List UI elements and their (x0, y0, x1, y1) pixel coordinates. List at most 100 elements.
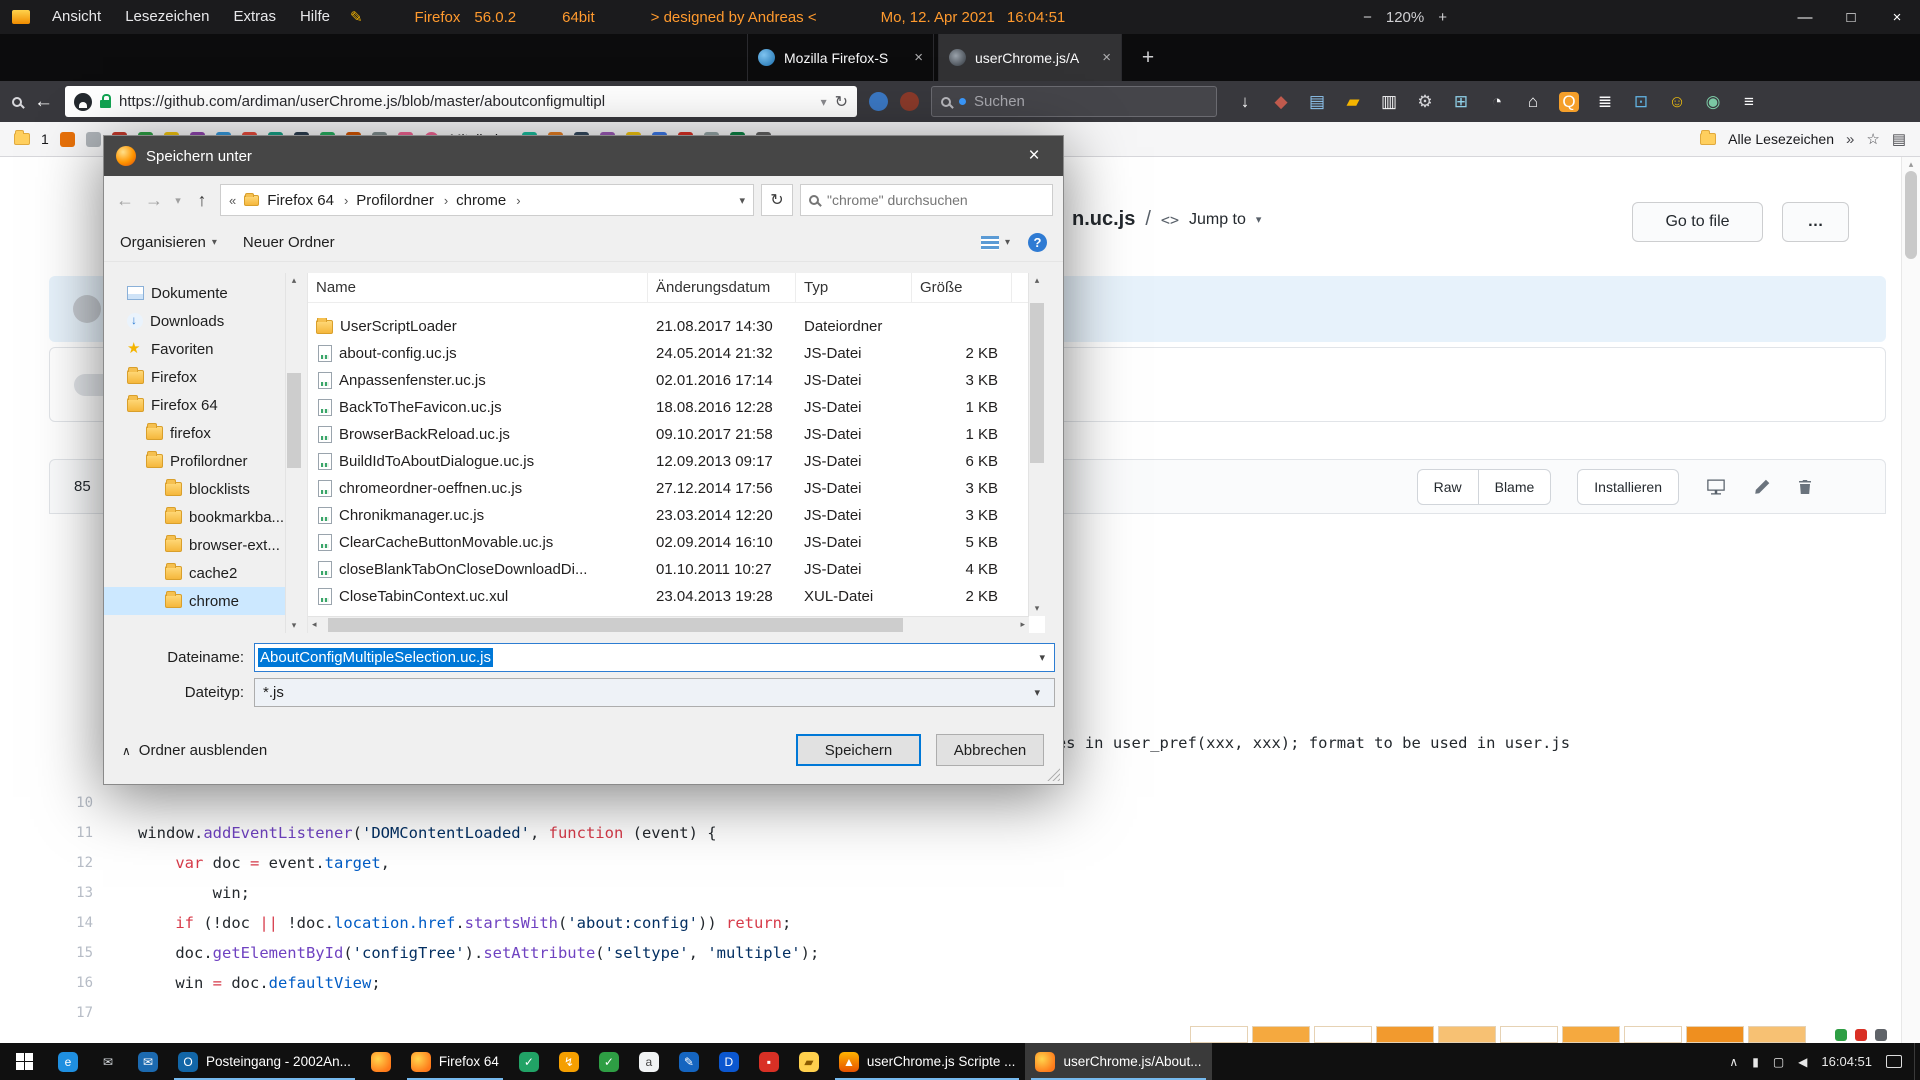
breadcrumb-segment-label[interactable]: chrome (456, 192, 506, 209)
scrollbar-up-icon[interactable]: ▴ (1902, 159, 1920, 170)
sidebar-icon[interactable]: ▥ (1379, 92, 1399, 112)
extension-button-2[interactable] (900, 92, 919, 111)
breadcrumb-segment-label[interactable]: Profilordner (356, 192, 434, 209)
taskbar-icon-a[interactable]: a (629, 1043, 669, 1080)
maximize-button[interactable]: □ (1828, 0, 1874, 34)
column-header[interactable]: Größe (912, 273, 1012, 302)
taskbar-explorer-icon[interactable]: ▰ (789, 1043, 829, 1080)
scrollbar-down-icon[interactable]: ▾ (286, 620, 302, 631)
tree-item[interactable]: Dokumente (104, 279, 285, 307)
file-row[interactable]: BrowserBackReload.uc.js 09.10.2017 21:58… (308, 421, 1045, 448)
menu-icon[interactable]: ≡ (1739, 92, 1759, 112)
file-row[interactable]: closeBlankTabOnCloseDownloadDi... 01.10.… (308, 556, 1045, 583)
battery-icon[interactable]: ▮ (1752, 1055, 1759, 1069)
home-icon[interactable]: ⌂ (1523, 92, 1543, 112)
scrollbar-right-icon[interactable]: ▸ (1020, 619, 1025, 630)
page-scrollbar[interactable]: ▴ (1901, 157, 1920, 1043)
list-scrollbar-thumb[interactable] (1030, 303, 1044, 463)
list-vertical-scrollbar[interactable]: ▴ ▾ (1028, 273, 1045, 616)
tree-item[interactable]: browser-ext... (104, 531, 285, 559)
breadcrumb-segment[interactable]: chrome › (456, 192, 520, 209)
tree-item[interactable]: cache2 (104, 559, 285, 587)
file-row[interactable]: ClearCacheButtonMovable.uc.js 02.09.2014… (308, 529, 1045, 556)
go-to-file-button[interactable]: Go to file (1632, 202, 1763, 242)
bookmark-icon[interactable] (86, 132, 101, 147)
tree-scrollbar-thumb[interactable] (287, 373, 301, 468)
breadcrumb-collapse-icon[interactable]: « (229, 193, 236, 208)
download-icon[interactable]: ↓ (1235, 92, 1255, 112)
tree-item[interactable]: chrome (104, 587, 285, 615)
taskbar-icon-check[interactable]: ✓ (509, 1043, 549, 1080)
history-dropdown-icon[interactable]: ▾ (172, 194, 184, 207)
chevron-right-icon[interactable]: › (344, 193, 348, 208)
tree-item[interactable]: Firefox (104, 363, 285, 391)
list-horizontal-scrollbar[interactable]: ◂ ▸ (308, 616, 1029, 633)
taskbar-thunderbird-icon[interactable]: ✉ (128, 1043, 168, 1080)
hide-folders-button[interactable]: ∧ Ordner ausblenden (122, 742, 267, 759)
tree-item[interactable]: bookmarkba... (104, 503, 285, 531)
list-hscrollbar-thumb[interactable] (328, 618, 903, 632)
bookmark-folder-icon[interactable] (14, 133, 30, 145)
resize-grip[interactable] (1047, 768, 1060, 781)
new-tab-button[interactable]: + (1128, 34, 1168, 81)
browser-tab[interactable]: userChrome.js/A × (938, 34, 1122, 81)
breadcrumb-segment-label[interactable]: Firefox 64 (267, 192, 334, 209)
taskbar-firefox-app[interactable]: Firefox 64 (401, 1043, 509, 1080)
taskbar-icon-flash[interactable]: ↯ (549, 1043, 589, 1080)
file-row[interactable]: Chronikmanager.uc.js 23.03.2014 12:20 JS… (308, 502, 1045, 529)
panel-icon[interactable]: ▤ (1892, 130, 1906, 148)
bookmark-label[interactable]: 1 (41, 131, 49, 147)
blame-button[interactable]: Blame (1478, 469, 1552, 505)
tree-item[interactable]: firefox (104, 419, 285, 447)
breadcrumb-file-fragment[interactable]: n.uc.js (1072, 208, 1135, 231)
qwant-icon[interactable]: Q (1559, 92, 1579, 112)
help-button[interactable]: ? (1028, 233, 1047, 252)
volume-icon[interactable]: ◀ (1798, 1055, 1807, 1069)
organize-button[interactable]: Organisieren ▾ (120, 234, 217, 251)
address-dropdown-icon[interactable]: ▾ (739, 194, 745, 207)
taskbar-icon-red[interactable]: ▪ (749, 1043, 789, 1080)
desktop-icon[interactable] (1705, 477, 1727, 497)
bookmark-folder-icon[interactable]: ▰ (1343, 92, 1363, 112)
column-header[interactable]: Änderungsdatum (648, 273, 796, 302)
scrollbar-down-icon[interactable]: ▾ (1029, 603, 1045, 614)
reload-icon[interactable]: ↻ (835, 92, 848, 112)
star-icon[interactable]: ☆ (1866, 130, 1879, 148)
file-row[interactable]: BuildIdToAboutDialogue.uc.js 12.09.2013 … (308, 448, 1045, 475)
taskbar-outlook-app[interactable]: O Posteingang - 2002An... (168, 1043, 361, 1080)
new-folder-button[interactable]: Neuer Ordner (243, 234, 335, 251)
breadcrumb-segment[interactable]: Profilordner › (356, 192, 448, 209)
scrollbar-left-icon[interactable]: ◂ (312, 619, 317, 630)
taskbar-edge-icon[interactable]: e (48, 1043, 88, 1080)
minimize-button[interactable]: — (1782, 0, 1828, 34)
scrollbar-up-icon[interactable]: ▴ (286, 275, 302, 286)
browser-tab[interactable]: Mozilla Firefox-S × (747, 34, 934, 81)
url-dropdown-icon[interactable]: ▾ (821, 95, 827, 109)
scrollbar-up-icon[interactable]: ▴ (1029, 275, 1045, 286)
file-row[interactable]: chromeordner-oeffnen.uc.js 27.12.2014 17… (308, 475, 1045, 502)
zoom-out-button[interactable]: − (1363, 9, 1372, 26)
back-button[interactable]: ← (34, 91, 53, 113)
tv-icon[interactable]: ⊡ (1631, 92, 1651, 112)
tree-item[interactable]: Firefox 64 (104, 391, 285, 419)
chevron-right-icon[interactable]: › (516, 193, 520, 208)
file-row[interactable]: CloseTabinContext.uc.xul 23.04.2013 19:2… (308, 583, 1045, 610)
menu-item[interactable]: Ansicht (40, 0, 113, 34)
filetype-select[interactable]: *.js ▾ (254, 678, 1055, 707)
tray-expand-icon[interactable]: ∧ (1729, 1055, 1738, 1069)
edit-file-icon[interactable] (1753, 478, 1771, 496)
menu-item[interactable]: Lesezeichen (113, 0, 221, 34)
emoji-icon[interactable]: ☺ (1667, 92, 1687, 112)
page-scrollbar-thumb[interactable] (1905, 171, 1917, 259)
tree-item[interactable]: Favoriten (104, 335, 285, 363)
taskbar-icon-pen[interactable]: ✎ (669, 1043, 709, 1080)
filename-input[interactable]: AboutConfigMultipleSelection.uc.js ▾ (254, 643, 1055, 672)
extension-icon-1[interactable]: ◆ (1271, 92, 1291, 112)
breadcrumb-segment[interactable]: Firefox 64 › (267, 192, 348, 209)
show-desktop-button[interactable] (1914, 1043, 1920, 1080)
tree-item[interactable]: Downloads (104, 307, 285, 335)
taskbar-savedialog-app[interactable]: userChrome.js/About... (1025, 1043, 1211, 1080)
tree-item[interactable]: Profilordner (104, 447, 285, 475)
file-row[interactable]: Anpassenfenster.uc.js 02.01.2016 17:14 J… (308, 367, 1045, 394)
url-bar[interactable]: https://github.com/ardiman/userChrome.js… (65, 86, 857, 117)
